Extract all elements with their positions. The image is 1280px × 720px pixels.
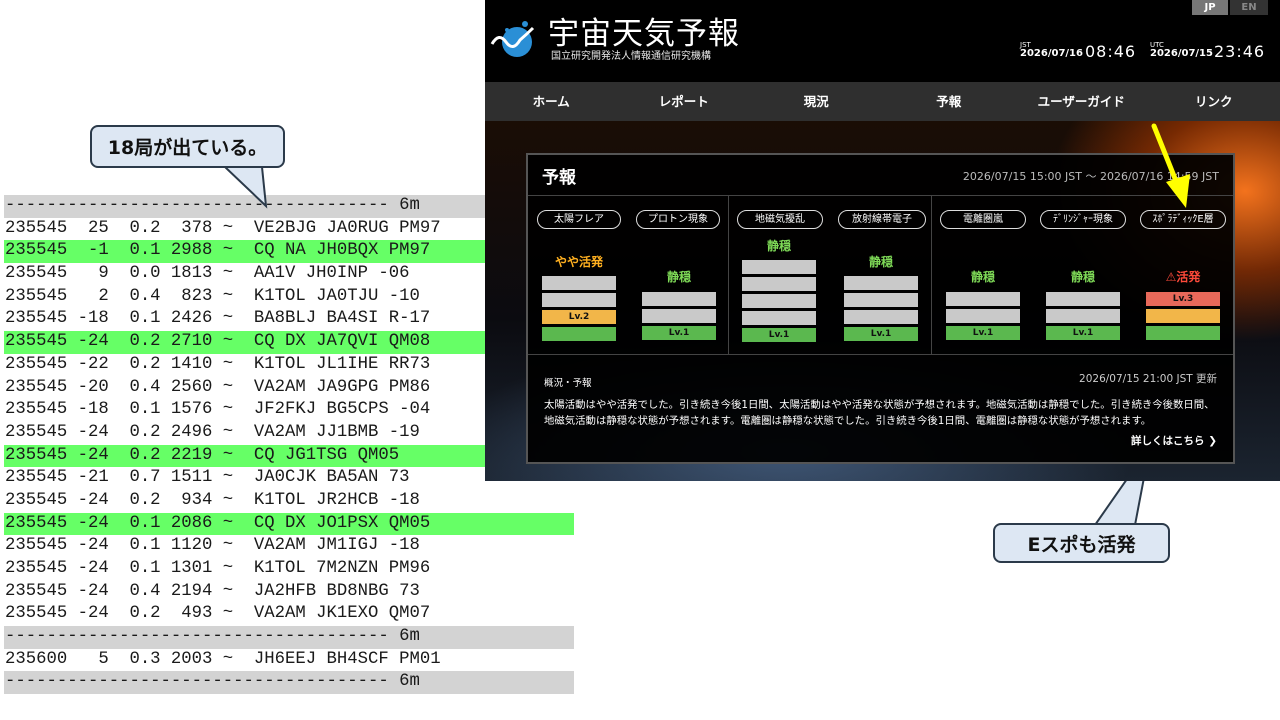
level-bar (946, 309, 1020, 323)
status-proton: 静穏 (666, 270, 691, 284)
log-row: 235545 -21 0.7 1511 ~ JA0CJK BA5AN 73 (5, 468, 410, 488)
level-bar (1046, 292, 1120, 306)
level-meter-dellinger: Lv.1 (1046, 292, 1120, 340)
site-header: 宇宙天気予報 国立研究開発法人情報通信研究機構 JP EN JST 2026/0… (485, 0, 1280, 82)
level-bar-current: Lv.1 (642, 326, 716, 340)
level-bar-current: Lv.2 (542, 310, 616, 324)
level-meter-radiation-belt: Lv.1 (844, 276, 918, 341)
callout-stations: 18局が出ている。 (90, 125, 285, 168)
cat-solar-flare[interactable]: 太陽フレア (537, 210, 621, 229)
level-meter-solar-flare: Lv.2 (542, 276, 616, 341)
level-meter-sporadic-e: Lv.3 (1146, 292, 1220, 340)
utc-time: 23:46 (1214, 42, 1266, 61)
log-row: 235545 -22 0.2 1410 ~ K1TOL JL1IHE RR73 (5, 354, 431, 374)
level-bar (742, 260, 816, 274)
level-meter-proton: Lv.1 (642, 292, 716, 340)
arrow-icon (1151, 123, 1190, 208)
nav-user-guide[interactable]: ユーザーガイド (1015, 82, 1148, 121)
log-row: 235545 -20 0.4 2560 ~ VA2AM JA9GPG PM86 (5, 377, 431, 397)
cat-geomagnetic[interactable]: 地磁気擾乱 (737, 210, 823, 229)
warning-icon: ⚠ (1165, 270, 1177, 284)
lang-jp-button[interactable]: JP (1192, 0, 1228, 15)
log-row: 235545 -24 0.2 2496 ~ VA2AM JJ1BMB -19 (5, 422, 420, 442)
log-row-cq: 235545 -24 0.1 2086 ~ CQ DX JO1PSX QM05 (4, 512, 574, 536)
log-separator: ------------------------------------- 6m (4, 626, 574, 649)
cat-proton[interactable]: プロトン現象 (636, 210, 720, 229)
cat-ionospheric-storm[interactable]: 電離圏嵐 (940, 210, 1026, 229)
status-radiation-belt: 静穏 (868, 255, 893, 269)
log-row: 235545 2 0.4 823 ~ K1TOL JA0TJU -10 (5, 286, 420, 306)
divider (528, 195, 1233, 196)
log-row: 235545 -24 0.2 493 ~ VA2AM JK1EXO QM07 (5, 604, 431, 624)
divider (528, 354, 1233, 355)
cat-radiation-belt[interactable]: 放射線帯電子 (838, 210, 926, 229)
level-meter-ionospheric-storm: Lv.1 (946, 292, 1020, 340)
log-row: 235545 9 0.0 1813 ~ AA1V JH0INP -06 (5, 264, 410, 284)
level-bar (844, 293, 918, 307)
log-row: 235545 -24 0.1 1120 ~ VA2AM JM1IGJ -18 (5, 536, 420, 556)
level-bar (642, 309, 716, 323)
level-bar-current: Lv.1 (946, 326, 1020, 340)
log-row: 235545 -18 0.1 1576 ~ JF2FKJ BG5CPS -04 (5, 400, 431, 420)
nav-forecast[interactable]: 予報 (883, 82, 1016, 121)
status-solar-flare: やや活発 (554, 255, 603, 269)
log-row-cq: 235545 -1 0.1 2988 ~ CQ NA JH0BQX PM97 (4, 240, 485, 264)
jst-date: 2026/07/16 (1020, 48, 1083, 59)
level-bar (542, 293, 616, 307)
site-subtitle: 国立研究開発法人情報通信研究機構 (551, 51, 711, 62)
level-bar (1046, 309, 1120, 323)
log-row: 235545 25 0.2 378 ~ VE2BJG JA0RUG PM97 (5, 218, 441, 238)
details-link[interactable]: 詳しくはこちら ❯ (1131, 433, 1217, 448)
level-bar (742, 311, 816, 325)
level-bar (742, 294, 816, 308)
jst-time: 08:46 (1085, 42, 1137, 61)
status-ionospheric-storm: 静穏 (970, 270, 995, 284)
level-bar-current: Lv.3 (1146, 292, 1220, 306)
status-dellinger: 静穏 (1070, 270, 1095, 284)
nav-current[interactable]: 現況 (750, 82, 883, 121)
nav-home[interactable]: ホーム (485, 82, 618, 121)
level-bar (946, 292, 1020, 306)
summary-heading: 概況・予報 (544, 378, 592, 389)
level-bar-current: Lv.1 (844, 327, 918, 341)
level-meter-geomagnetic: Lv.1 (742, 260, 816, 342)
level-bar (844, 276, 918, 290)
log-row-cq: 235545 -24 0.2 2710 ~ CQ DX JA7QVI QM08 (4, 331, 485, 354)
callout-esporadic: Eスポも活発 (993, 523, 1170, 563)
forecast-panel: 予報 2026/07/15 15:00 JST 〜 2026/07/16 14:… (526, 153, 1235, 464)
cat-dellinger[interactable]: ﾃﾞﾘﾝｼﾞｬｰ現象 (1040, 210, 1126, 229)
level-bar (1146, 326, 1220, 340)
log-separator: ------------------------------------- 6m (4, 195, 485, 218)
log-row: 235600 5 0.3 2003 ~ JH6EEJ BH4SCF PM01 (5, 649, 441, 669)
log-row: 235545 -18 0.1 2426 ~ BA8BLJ BA4SI R-17 (5, 309, 431, 329)
logo-icon (490, 21, 535, 57)
summary-updated: 2026/07/15 21:00 JST 更新 (1079, 373, 1217, 385)
lang-en-button[interactable]: EN (1230, 0, 1268, 15)
utc-date: 2026/07/15 (1150, 48, 1213, 59)
divider (728, 196, 729, 354)
summary-text: 太陽活動はやや活発でした。引き続き今後1日間、太陽活動はやや活発な状態が予想され… (544, 399, 1215, 427)
level-bar (642, 292, 716, 306)
log-row: 235545 -24 0.1 1301 ~ K1TOL 7M2NZN PM96 (5, 559, 431, 578)
level-bar-current: Lv.1 (742, 328, 816, 342)
main-nav: ホーム レポート 現況 予報 ユーザーガイド リンク (485, 82, 1280, 121)
level-bar (742, 277, 816, 291)
level-bar (542, 276, 616, 290)
level-bar (844, 310, 918, 324)
forecast-title: 予報 (542, 168, 576, 188)
level-bar (542, 327, 616, 341)
status-geomagnetic: 静穏 (766, 239, 791, 253)
log-separator: ------------------------------------- 6m (4, 671, 574, 695)
log-row: 235545 -24 0.4 2194 ~ JA2HFB BD8NBG 73 (5, 581, 420, 601)
divider (931, 196, 932, 354)
nav-links[interactable]: リンク (1148, 82, 1280, 121)
log-row: 235545 -24 0.2 934 ~ K1TOL JR2HCB -18 (5, 490, 420, 510)
level-bar (1146, 309, 1220, 323)
level-bar-current: Lv.1 (1046, 326, 1120, 340)
nav-report[interactable]: レポート (618, 82, 751, 121)
log-row-cq: 235545 -24 0.2 2219 ~ CQ JG1TSG QM05 (4, 444, 485, 468)
status-sporadic-e: ⚠活発 (1165, 270, 1201, 284)
